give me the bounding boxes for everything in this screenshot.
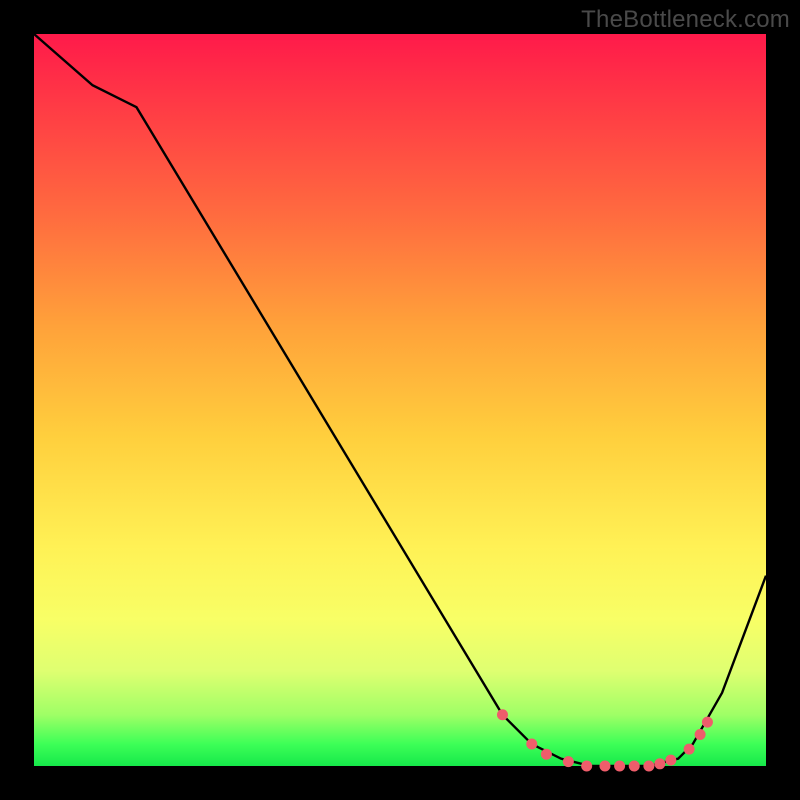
curve-marker	[643, 761, 654, 772]
bottleneck-curve	[34, 34, 766, 766]
curve-marker	[654, 758, 665, 769]
chart-frame: TheBottleneck.com	[0, 0, 800, 800]
chart-svg	[34, 34, 766, 766]
curve-marker	[599, 761, 610, 772]
plot-area	[34, 34, 766, 766]
curve-marker	[614, 761, 625, 772]
curve-marker	[581, 761, 592, 772]
curve-marker	[563, 756, 574, 767]
curve-marker	[541, 749, 552, 760]
curve-marker	[684, 744, 695, 755]
curve-marker	[665, 755, 676, 766]
curve-marker	[629, 761, 640, 772]
curve-marker	[526, 739, 537, 750]
curve-marker	[497, 709, 508, 720]
watermark-text: TheBottleneck.com	[581, 6, 790, 34]
curve-marker	[695, 729, 706, 740]
curve-marker	[702, 717, 713, 728]
curve-markers	[497, 709, 713, 771]
